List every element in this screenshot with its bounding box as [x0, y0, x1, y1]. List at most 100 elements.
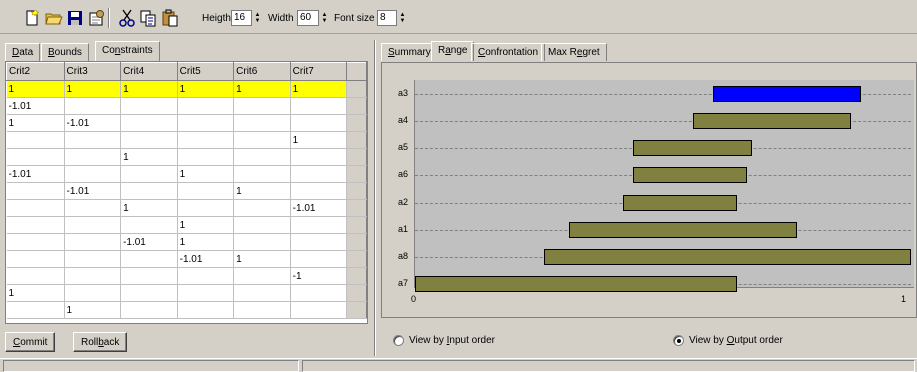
table-cell[interactable] — [233, 301, 291, 319]
table-cell[interactable]: 1 — [120, 148, 178, 166]
range-bar-a6[interactable] — [633, 167, 748, 184]
table-cell[interactable] — [233, 267, 291, 285]
paste-icon[interactable] — [160, 8, 180, 28]
table-cell[interactable] — [290, 250, 348, 268]
table-cell[interactable] — [120, 284, 178, 302]
table-cell[interactable] — [233, 97, 291, 115]
table-cell[interactable] — [64, 131, 122, 149]
table-row[interactable]: 111111 — [6, 80, 367, 98]
range-bar-a3[interactable] — [712, 86, 862, 102]
column-header[interactable]: Crit7 — [289, 62, 348, 81]
table-cell[interactable]: -1.01 — [120, 233, 178, 251]
save-icon[interactable] — [65, 8, 85, 28]
open-icon[interactable] — [44, 8, 64, 28]
table-row[interactable]: 1 — [6, 148, 367, 166]
new-icon[interactable] — [22, 8, 42, 28]
column-header[interactable]: Crit4 — [120, 62, 178, 81]
table-cell[interactable] — [233, 216, 291, 234]
table-cell[interactable]: 1 — [177, 80, 235, 98]
range-bar-a5[interactable] — [633, 140, 753, 157]
table-cell[interactable] — [177, 182, 235, 200]
range-bar-a4[interactable] — [692, 113, 852, 130]
cut-icon[interactable] — [117, 8, 137, 28]
table-cell[interactable] — [290, 284, 348, 302]
view-input-order-option[interactable]: View by Input order — [393, 335, 495, 346]
tab-data[interactable]: Data — [5, 43, 41, 61]
table-cell[interactable] — [6, 216, 65, 234]
table-cell[interactable]: 1 — [6, 114, 65, 132]
tab-confrontation[interactable]: Confrontation — [471, 43, 546, 61]
range-bar-a8[interactable] — [543, 248, 911, 265]
table-cell[interactable] — [120, 250, 178, 268]
table-cell[interactable] — [233, 165, 291, 183]
table-cell[interactable]: -1.01 — [6, 97, 65, 115]
table-row[interactable]: -1.01 1 — [6, 182, 367, 200]
tab-constraints[interactable]: Constraints — [95, 41, 160, 61]
table-cell[interactable] — [64, 165, 122, 183]
table-cell[interactable] — [177, 301, 235, 319]
tab-max-regret[interactable]: Max Regret — [541, 43, 607, 61]
panel-splitter[interactable] — [374, 40, 376, 356]
table-cell[interactable] — [290, 165, 348, 183]
table-cell[interactable] — [120, 131, 178, 149]
fontsize-input[interactable]: 8 — [377, 10, 397, 26]
height-spinner[interactable]: ▲ ▼ — [253, 10, 262, 26]
table-cell[interactable] — [177, 148, 235, 166]
table-cell[interactable]: -1.01 — [290, 199, 348, 217]
table-cell[interactable] — [64, 233, 122, 251]
table-cell[interactable]: -1.01 — [177, 250, 235, 268]
table-cell[interactable] — [233, 114, 291, 132]
table-cell[interactable]: 1 — [233, 250, 291, 268]
table-row[interactable]: 1 — [6, 301, 367, 319]
table-cell[interactable]: 1 — [64, 80, 122, 98]
table-cell[interactable]: 1 — [6, 284, 65, 302]
table-cell[interactable] — [177, 199, 235, 217]
table-cell[interactable] — [290, 148, 348, 166]
table-cell[interactable] — [64, 148, 122, 166]
table-cell[interactable]: 1 — [64, 301, 122, 319]
table-cell[interactable] — [120, 216, 178, 234]
table-row[interactable]: 1 — [6, 284, 367, 302]
table-cell[interactable] — [233, 233, 291, 251]
export-icon[interactable] — [86, 8, 106, 28]
table-cell[interactable] — [290, 301, 348, 319]
table-cell[interactable] — [120, 301, 178, 319]
tab-bounds[interactable]: Bounds — [41, 43, 89, 61]
table-cell[interactable] — [64, 199, 122, 217]
table-cell[interactable] — [177, 97, 235, 115]
fontsize-spinner[interactable]: ▲ ▼ — [398, 10, 407, 26]
table-cell[interactable] — [120, 97, 178, 115]
table-cell[interactable]: 1 — [177, 165, 235, 183]
table-cell[interactable] — [6, 199, 65, 217]
rollback-button[interactable]: Rollback — [73, 332, 128, 352]
table-cell[interactable]: 1 — [233, 182, 291, 200]
table-row[interactable]: 1 -1.01 — [6, 199, 367, 217]
table-row[interactable]: -1.01 1 — [6, 250, 367, 268]
table-row[interactable]: 1 — [6, 131, 367, 149]
commit-button[interactable]: Commit — [5, 332, 56, 352]
column-header[interactable]: Crit6 — [233, 62, 291, 81]
table-cell[interactable] — [290, 182, 348, 200]
constraints-grid[interactable]: Crit2 Crit3 Crit4 Crit5 Crit6 Crit7 1 1 1 1 1 1 -1.… — [5, 61, 368, 324]
table-cell[interactable] — [6, 182, 65, 200]
table-cell[interactable] — [290, 97, 348, 115]
table-cell[interactable] — [290, 216, 348, 234]
height-input[interactable]: 16 — [231, 10, 252, 26]
table-cell[interactable] — [233, 131, 291, 149]
tab-range[interactable]: Range — [431, 41, 475, 61]
column-header[interactable]: Crit5 — [176, 62, 235, 81]
table-row[interactable]: -1.01 1 — [6, 165, 367, 183]
table-cell[interactable] — [6, 301, 65, 319]
table-cell[interactable]: -1.01 — [64, 182, 122, 200]
range-bar-a2[interactable] — [623, 194, 738, 211]
table-cell[interactable]: -1 — [290, 267, 348, 285]
table-cell[interactable]: 1 — [6, 80, 65, 98]
table-cell[interactable]: 1 — [290, 131, 348, 149]
view-input-order-radio[interactable] — [393, 335, 404, 346]
table-cell[interactable] — [64, 267, 122, 285]
table-cell[interactable] — [120, 165, 178, 183]
range-bar-a7[interactable] — [415, 276, 738, 292]
view-output-order-option[interactable]: View by Output order — [673, 335, 783, 346]
table-cell[interactable] — [177, 284, 235, 302]
table-cell[interactable] — [6, 131, 65, 149]
